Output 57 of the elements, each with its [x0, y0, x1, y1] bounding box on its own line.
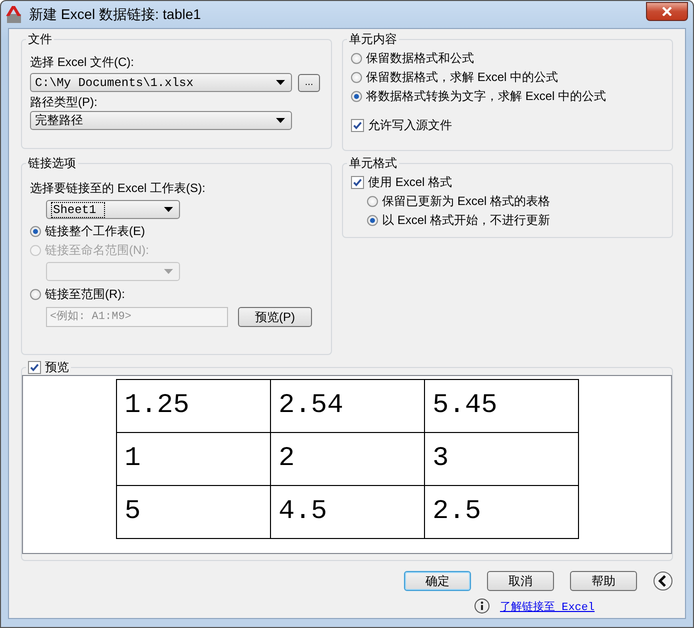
window-title: 新建 Excel 数据链接: table1 — [29, 6, 201, 24]
table-cell: 5.45 — [424, 380, 578, 432]
field-label: 路径类型(P): — [30, 94, 98, 111]
table-cell: 1 — [116, 432, 270, 486]
dialog-button[interactable]: 取消 — [487, 571, 554, 591]
radio-button[interactable] — [367, 196, 378, 207]
caret-icon — [164, 207, 173, 212]
radio-button[interactable] — [351, 91, 362, 102]
group-title: 文件 — [28, 31, 52, 48]
sheet-dropdown[interactable]: Sheet1 — [46, 200, 180, 219]
checkbox-label: 使用 Excel 格式 — [368, 174, 452, 191]
checkbox[interactable] — [351, 119, 364, 132]
radio-label: 链接整个工作表(E) — [45, 223, 145, 240]
radio-button[interactable] — [351, 72, 362, 83]
table-cell: 5 — [116, 486, 270, 538]
checkbox-label: 预览 — [45, 359, 69, 376]
collapse-icon[interactable] — [653, 571, 673, 591]
radio-label: 保留已更新为 Excel 格式的表格 — [382, 193, 550, 210]
field-label: 选择要链接至的 Excel 工作表(S): — [30, 180, 206, 197]
group-title: 单元内容 — [349, 31, 398, 48]
radio-button[interactable] — [30, 289, 41, 300]
radio-button[interactable] — [30, 226, 41, 237]
table-cell: 3 — [424, 432, 578, 486]
dialog-button[interactable]: 帮助 — [570, 571, 637, 591]
radio-label: 链接至范围(R): — [45, 286, 125, 303]
table-cell: 2.5 — [424, 486, 578, 538]
radio-label: 保留数据格式，求解 Excel 中的公式 — [366, 69, 558, 86]
checkbox[interactable] — [28, 361, 41, 374]
group-title: 单元格式 — [349, 155, 398, 172]
dialog-button[interactable]: 确定 — [404, 571, 471, 591]
path-type-dropdown[interactable]: 完整路径 — [30, 111, 292, 130]
app-logo-icon — [5, 6, 23, 24]
checkbox[interactable] — [351, 176, 364, 189]
group-title: 链接选项 — [28, 155, 76, 172]
table-cell: 2.54 — [270, 380, 424, 432]
range-field[interactable]: <例如: A1:M9> — [46, 307, 228, 327]
file-dropdown[interactable]: C:\My Documents\1.xlsx — [30, 73, 292, 92]
caret-icon — [276, 80, 285, 85]
field-label: 选择 Excel 文件(C): — [30, 54, 136, 71]
table-cell: 1.25 — [116, 380, 270, 432]
preview-button[interactable]: 预览(P) — [238, 307, 312, 327]
caret-icon — [164, 269, 173, 274]
caret-icon — [276, 118, 285, 123]
radio-label: 链接至命名范围(N): — [45, 242, 149, 259]
table-cell: 4.5 — [270, 486, 424, 538]
table-cell: 2 — [270, 432, 424, 486]
close-icon — [662, 7, 672, 16]
checkbox-label: 允许写入源文件 — [368, 117, 452, 134]
info-icon — [474, 598, 490, 614]
radio-label: 将数据格式转换为文字，求解 Excel 中的公式 — [366, 88, 606, 105]
radio-label: 保留数据格式和公式 — [366, 50, 474, 67]
help-link[interactable]: 了解链接至 Excel — [500, 598, 595, 614]
browse-button[interactable]: ... — [298, 74, 320, 92]
radio-button[interactable] — [351, 53, 362, 64]
radio-label: 以 Excel 格式开始，不进行更新 — [382, 212, 550, 229]
close-button[interactable] — [646, 2, 688, 21]
radio-button[interactable] — [367, 215, 378, 226]
